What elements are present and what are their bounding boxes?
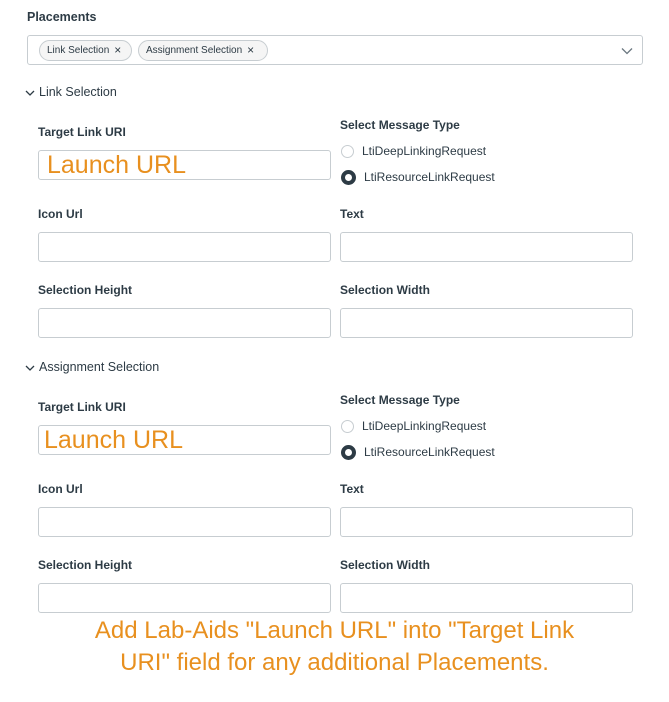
section-title: Assignment Selection <box>39 360 160 374</box>
target-link-uri-value: Launch URL <box>47 151 186 179</box>
radio-checked[interactable] <box>341 445 356 461</box>
text-input[interactable] <box>340 232 633 262</box>
selection-width-input[interactable] <box>340 583 633 613</box>
text-label: Text <box>340 207 364 221</box>
target-link-uri-value: Launch URL <box>44 426 183 454</box>
radio-checked[interactable] <box>341 170 356 186</box>
section-toggle-assignment-selection[interactable]: Assignment Selection <box>25 360 159 374</box>
selection-width-input[interactable] <box>340 308 633 338</box>
icon-url-input[interactable] <box>38 232 331 262</box>
radio-option-deep-linking[interactable]: LtiDeepLinkingRequest <box>341 418 486 434</box>
target-link-uri-label: Target Link URI <box>38 400 126 414</box>
message-type-label: Select Message Type <box>340 118 460 132</box>
section-title: Link Selection <box>39 85 117 99</box>
text-label: Text <box>340 482 364 496</box>
selection-height-label: Selection Height <box>38 283 133 297</box>
selection-height-input[interactable] <box>38 308 331 338</box>
radio-option-resource-link[interactable]: LtiResourceLinkRequest <box>341 169 495 186</box>
target-link-uri-label: Target Link URI <box>38 125 126 139</box>
tag-label: Assignment Selection <box>146 45 243 56</box>
chevron-down-icon <box>25 365 35 371</box>
radio-option-resource-link[interactable]: LtiResourceLinkRequest <box>341 444 495 461</box>
instruction-annotation-line-2: URI" field for any additional Placements… <box>120 649 549 676</box>
icon-url-label: Icon Url <box>38 482 83 496</box>
radio-label: LtiDeepLinkingRequest <box>362 419 487 433</box>
instruction-annotation-line-1: Add Lab-Aids "Launch URL" into "Target L… <box>94 617 575 644</box>
icon-url-label: Icon Url <box>38 207 83 221</box>
remove-tag-icon[interactable]: × <box>114 41 121 60</box>
placement-tag-assignment-selection[interactable]: Assignment Selection × <box>138 40 268 61</box>
message-type-label: Select Message Type <box>340 393 460 407</box>
selection-width-label: Selection Width <box>340 558 430 572</box>
selection-width-label: Selection Width <box>340 283 430 297</box>
radio-label: LtiDeepLinkingRequest <box>362 144 487 158</box>
icon-url-input[interactable] <box>38 507 331 537</box>
radio-label: LtiResourceLinkRequest <box>364 445 495 459</box>
target-link-uri-input[interactable]: Launch URL <box>38 425 331 455</box>
section-toggle-link-selection[interactable]: Link Selection <box>25 85 117 99</box>
chevron-down-icon <box>25 90 35 96</box>
remove-tag-icon[interactable]: × <box>247 41 254 60</box>
radio-option-deep-linking[interactable]: LtiDeepLinkingRequest <box>341 143 486 159</box>
placements-multiselect[interactable]: Link Selection × Assignment Selection × <box>27 35 643 65</box>
selection-height-label: Selection Height <box>38 558 133 572</box>
selection-height-input[interactable] <box>38 583 331 613</box>
radio-label: LtiResourceLinkRequest <box>364 170 495 184</box>
target-link-uri-input[interactable]: Launch URL <box>38 150 331 180</box>
text-input[interactable] <box>340 507 633 537</box>
placement-tag-link-selection[interactable]: Link Selection × <box>39 40 132 61</box>
placements-label: Placements <box>27 10 97 24</box>
radio-unchecked[interactable] <box>341 420 354 434</box>
chevron-down-icon[interactable] <box>620 44 634 58</box>
radio-unchecked[interactable] <box>341 145 354 159</box>
tag-label: Link Selection <box>47 45 110 56</box>
